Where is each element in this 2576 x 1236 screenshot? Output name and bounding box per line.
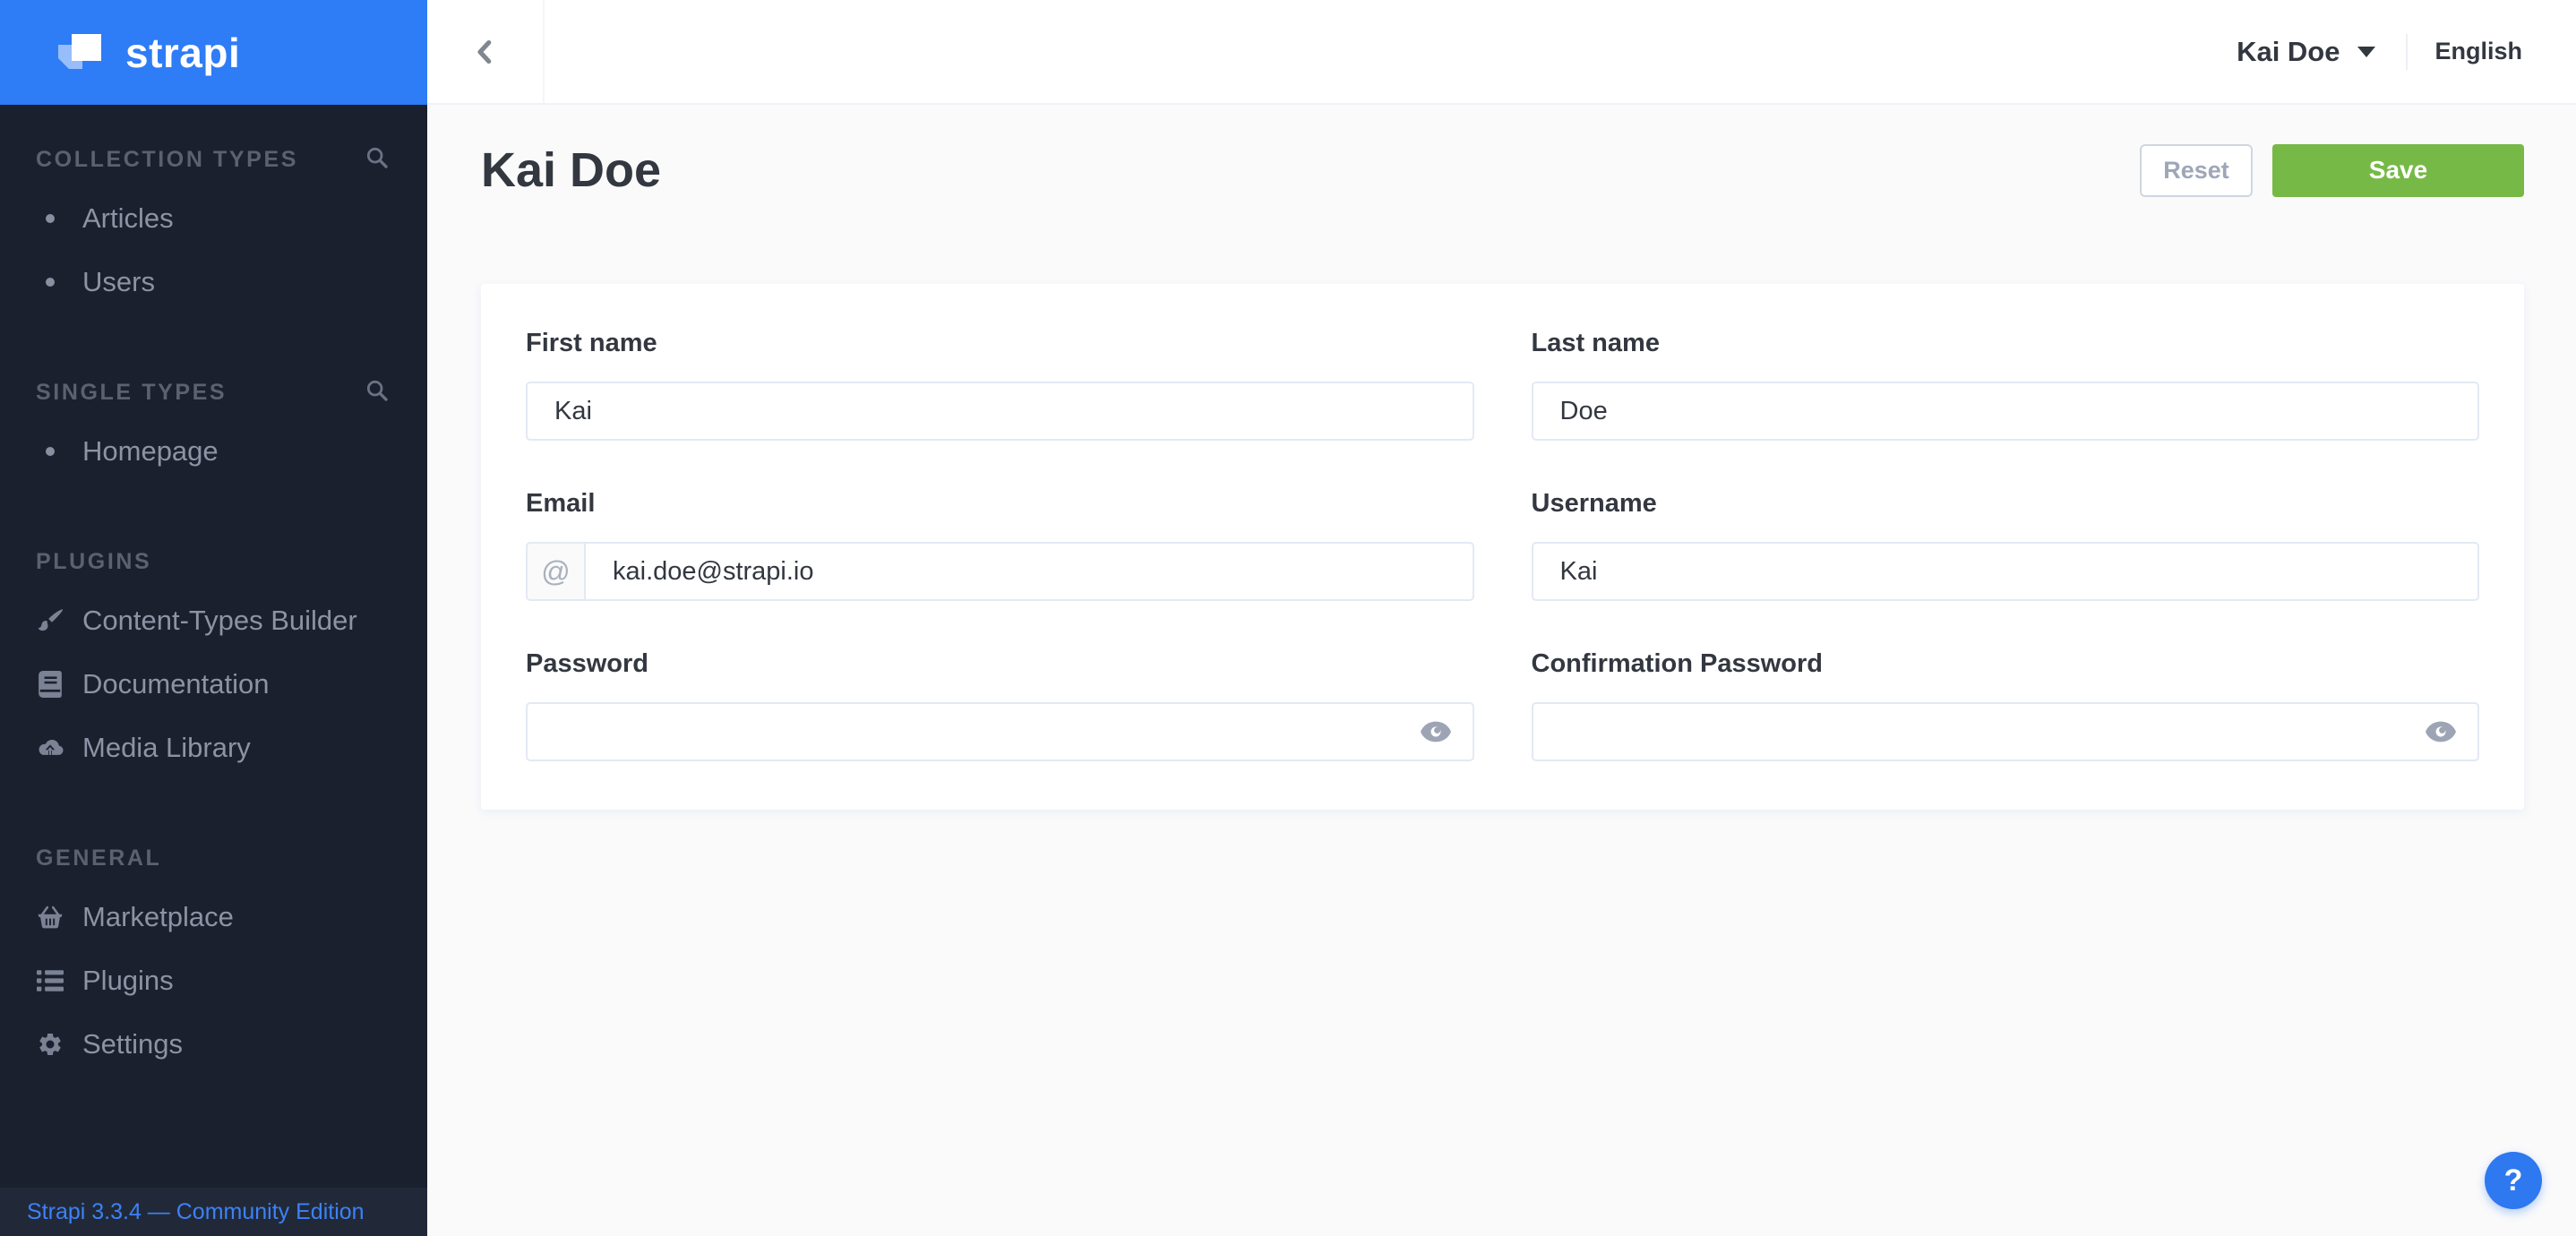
field-confirmation-password: Confirmation Password bbox=[1532, 649, 2480, 761]
password-input[interactable] bbox=[528, 704, 1473, 760]
question-mark-icon: ? bbox=[2504, 1163, 2523, 1198]
field-label: First name bbox=[526, 329, 1474, 358]
username-input[interactable] bbox=[1533, 544, 2478, 599]
first-name-input[interactable] bbox=[528, 383, 1473, 439]
caret-down-icon bbox=[2357, 47, 2375, 57]
user-menu[interactable]: Kai Doe bbox=[2237, 36, 2375, 68]
section-collection-types: COLLECTION TYPES Articles Users bbox=[0, 145, 427, 313]
sidebar-item-documentation[interactable]: Documentation bbox=[0, 652, 427, 716]
sidebar-item-marketplace[interactable]: Marketplace bbox=[0, 885, 427, 948]
bullet-icon bbox=[34, 447, 66, 456]
edit-form-card: First name Last name Email bbox=[481, 284, 2524, 810]
bullet-icon bbox=[34, 214, 66, 223]
sidebar-item-content-types-builder[interactable]: Content-Types Builder bbox=[0, 588, 427, 652]
page-title: Kai Doe bbox=[481, 142, 661, 198]
search-icon[interactable] bbox=[365, 145, 390, 170]
sidebar-item-settings[interactable]: Settings bbox=[0, 1012, 427, 1076]
sidebar-item-articles[interactable]: Articles bbox=[0, 186, 427, 250]
field-first-name: First name bbox=[526, 329, 1474, 441]
confirmation-password-input[interactable] bbox=[1533, 704, 2478, 760]
sidebar: strapi COLLECTION TYPES Articles bbox=[0, 0, 427, 1236]
brand-name: strapi bbox=[125, 29, 240, 77]
book-icon bbox=[34, 671, 66, 698]
brand-logo[interactable]: strapi bbox=[0, 0, 427, 105]
field-password: Password bbox=[526, 649, 1474, 761]
topbar-divider bbox=[2406, 34, 2408, 70]
user-name: Kai Doe bbox=[2237, 36, 2340, 68]
section-title: PLUGINS bbox=[36, 549, 151, 575]
help-button[interactable]: ? bbox=[2485, 1152, 2542, 1209]
topbar: Kai Doe English bbox=[427, 0, 2576, 105]
field-label: Username bbox=[1532, 489, 2480, 519]
section-title: GENERAL bbox=[36, 845, 161, 871]
field-username: Username bbox=[1532, 489, 2480, 601]
sidebar-item-users[interactable]: Users bbox=[0, 250, 427, 313]
list-icon bbox=[34, 969, 66, 992]
sidebar-item-media-library[interactable]: Media Library bbox=[0, 716, 427, 779]
field-last-name: Last name bbox=[1532, 329, 2480, 441]
cloud-upload-icon bbox=[34, 737, 66, 759]
paintbrush-icon bbox=[34, 607, 66, 634]
field-label: Email bbox=[526, 489, 1474, 519]
sidebar-item-plugins[interactable]: Plugins bbox=[0, 948, 427, 1012]
section-plugins: PLUGINS Content-Types Builder bbox=[0, 547, 427, 779]
section-title: COLLECTION TYPES bbox=[36, 147, 298, 173]
reset-button[interactable]: Reset bbox=[2140, 144, 2253, 197]
version-link[interactable]: Strapi 3.3.4 — Community Edition bbox=[0, 1188, 427, 1236]
gear-icon bbox=[34, 1031, 66, 1058]
section-title: SINGLE TYPES bbox=[36, 380, 227, 406]
content: Kai Doe Reset Save First name Last nam bbox=[427, 105, 2576, 810]
search-icon[interactable] bbox=[365, 378, 390, 403]
email-input[interactable] bbox=[586, 544, 1473, 599]
app-root: strapi COLLECTION TYPES Articles bbox=[0, 0, 2576, 1236]
field-label: Last name bbox=[1532, 329, 2480, 358]
strapi-logo-icon bbox=[50, 23, 109, 82]
sidebar-item-homepage[interactable]: Homepage bbox=[0, 419, 427, 483]
chevron-left-icon bbox=[469, 36, 502, 68]
toggle-password-visibility-icon[interactable] bbox=[1421, 722, 1451, 742]
field-label: Confirmation Password bbox=[1532, 649, 2480, 679]
toggle-password-visibility-icon[interactable] bbox=[2426, 722, 2456, 742]
field-email: Email @ bbox=[526, 489, 1474, 601]
bullet-icon bbox=[34, 278, 66, 287]
basket-icon bbox=[34, 905, 66, 930]
email-at-icon: @ bbox=[528, 544, 586, 599]
page-head: Kai Doe Reset Save bbox=[481, 142, 2524, 198]
sidebar-nav: COLLECTION TYPES Articles Users bbox=[0, 145, 427, 1076]
save-button[interactable]: Save bbox=[2272, 144, 2524, 197]
section-single-types: SINGLE TYPES Homepage bbox=[0, 378, 427, 483]
language-selector[interactable]: English bbox=[2434, 38, 2522, 65]
back-button[interactable] bbox=[427, 0, 545, 103]
main-area: Kai Doe English Kai Doe Reset Save First… bbox=[427, 0, 2576, 1236]
last-name-input[interactable] bbox=[1533, 383, 2478, 439]
section-general: GENERAL Marketplac bbox=[0, 844, 427, 1076]
field-label: Password bbox=[526, 649, 1474, 679]
